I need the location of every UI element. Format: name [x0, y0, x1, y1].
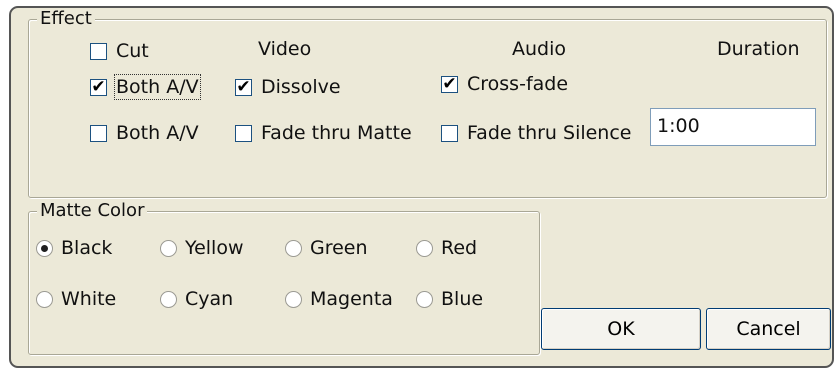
- matte-magenta-label: Magenta: [310, 288, 393, 310]
- duration-input[interactable]: 1:00: [650, 108, 816, 146]
- matte-yellow-radio[interactable]: Yellow: [160, 237, 244, 259]
- fade-thru-silence-checkbox-label: Fade thru Silence: [467, 122, 632, 144]
- matte-blue-label: Blue: [441, 288, 484, 310]
- matte-color-groupbox: Matte Color Black Yellow Green Red White…: [28, 200, 540, 355]
- matte-red-radio[interactable]: Red: [416, 237, 477, 259]
- both-av-checkbox-1[interactable]: ✔ Both A/V: [90, 74, 201, 100]
- fade-thru-matte-checkbox-label: Fade thru Matte: [261, 122, 412, 144]
- cross-fade-checkbox-box[interactable]: ✔: [441, 75, 458, 93]
- cut-checkbox-label: Cut: [116, 40, 149, 62]
- effect-group-title: Effect: [37, 8, 95, 30]
- dissolve-checkbox-box[interactable]: ✔: [235, 78, 252, 96]
- both-av-checkbox-2-box[interactable]: [90, 124, 107, 142]
- matte-black-label: Black: [61, 237, 113, 259]
- matte-white-label: White: [61, 288, 117, 310]
- matte-magenta-radio[interactable]: Magenta: [285, 288, 393, 310]
- matte-white-radio-dot[interactable]: [36, 290, 53, 308]
- audio-header: Audio: [512, 38, 567, 60]
- matte-cyan-radio[interactable]: Cyan: [160, 288, 233, 310]
- cancel-button[interactable]: Cancel: [706, 308, 831, 350]
- both-av-checkbox-2-label: Both A/V: [116, 122, 199, 144]
- matte-yellow-label: Yellow: [185, 237, 244, 259]
- matte-magenta-radio-dot[interactable]: [285, 290, 302, 308]
- matte-black-radio[interactable]: Black: [36, 237, 112, 259]
- both-av-checkbox-2[interactable]: Both A/V: [90, 122, 199, 144]
- matte-black-radio-dot[interactable]: [36, 239, 53, 257]
- fade-thru-matte-checkbox-box[interactable]: [235, 124, 252, 142]
- both-av-checkbox-1-label: Both A/V: [114, 74, 201, 100]
- matte-green-radio-dot[interactable]: [285, 239, 302, 257]
- both-av-checkbox-1-box[interactable]: ✔: [90, 78, 107, 96]
- video-header: Video: [258, 38, 312, 60]
- matte-red-radio-dot[interactable]: [416, 239, 433, 257]
- dissolve-checkbox[interactable]: ✔ Dissolve: [235, 76, 341, 98]
- matte-blue-radio[interactable]: Blue: [416, 288, 483, 310]
- matte-red-label: Red: [441, 237, 478, 259]
- fade-thru-matte-checkbox[interactable]: Fade thru Matte: [235, 122, 412, 144]
- dissolve-checkbox-label: Dissolve: [261, 76, 341, 98]
- ok-button[interactable]: OK: [541, 308, 701, 350]
- fade-thru-silence-checkbox[interactable]: Fade thru Silence: [441, 122, 632, 144]
- cut-checkbox[interactable]: Cut: [90, 40, 149, 62]
- matte-green-label: Green: [310, 237, 368, 259]
- effect-groupbox: Effect Video Audio Duration Cut ✔ Both A…: [28, 8, 827, 198]
- matte-cyan-label: Cyan: [185, 288, 234, 310]
- matte-cyan-radio-dot[interactable]: [160, 290, 177, 308]
- matte-green-radio[interactable]: Green: [285, 237, 368, 259]
- duration-header: Duration: [717, 38, 800, 60]
- matte-blue-radio-dot[interactable]: [416, 290, 433, 308]
- cross-fade-checkbox-label: Cross-fade: [467, 73, 569, 95]
- effect-dialog: Effect Video Audio Duration Cut ✔ Both A…: [9, 6, 834, 368]
- cross-fade-checkbox[interactable]: ✔ Cross-fade: [441, 73, 568, 95]
- matte-color-group-title: Matte Color: [37, 200, 148, 222]
- fade-thru-silence-checkbox-box[interactable]: [441, 124, 458, 142]
- matte-yellow-radio-dot[interactable]: [160, 239, 177, 257]
- cut-checkbox-box[interactable]: [90, 42, 107, 60]
- matte-white-radio[interactable]: White: [36, 288, 116, 310]
